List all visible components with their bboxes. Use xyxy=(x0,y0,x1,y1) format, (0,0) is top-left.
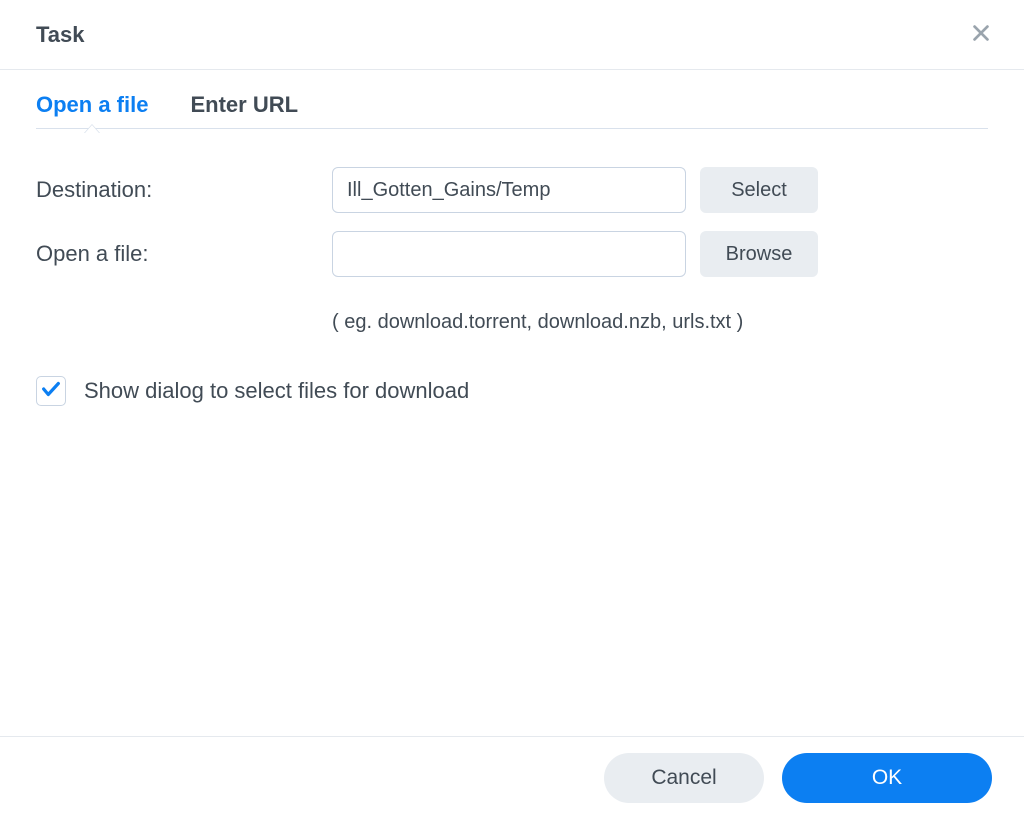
open-file-row: Open a file: Browse xyxy=(36,231,988,277)
task-dialog: Task Open a file Enter URL Destination: … xyxy=(0,0,1024,819)
tab-enter-url[interactable]: Enter URL xyxy=(190,92,298,118)
dialog-body: Open a file Enter URL Destination: Selec… xyxy=(0,70,1024,736)
destination-input[interactable] xyxy=(332,167,686,213)
destination-row: Destination: Select xyxy=(36,167,988,213)
show-dialog-checkbox[interactable] xyxy=(36,376,66,406)
close-icon xyxy=(970,32,992,47)
open-file-label: Open a file: xyxy=(36,241,332,267)
dialog-title: Task xyxy=(36,22,85,48)
ok-button[interactable]: OK xyxy=(782,753,992,803)
open-file-input[interactable] xyxy=(332,231,686,277)
checkbox-row: Show dialog to select files for download xyxy=(36,376,988,406)
close-button[interactable] xyxy=(966,18,996,51)
destination-label: Destination: xyxy=(36,177,332,203)
dialog-footer: Cancel OK xyxy=(0,736,1024,819)
form: Destination: Select Open a file: Browse … xyxy=(36,167,988,406)
tab-open-file[interactable]: Open a file xyxy=(36,92,148,118)
hint-row: ( eg. download.torrent, download.nzb, ur… xyxy=(36,295,988,334)
check-icon xyxy=(40,378,62,405)
show-dialog-label: Show dialog to select files for download xyxy=(84,378,469,404)
file-hint: ( eg. download.torrent, download.nzb, ur… xyxy=(332,311,743,334)
browse-button[interactable]: Browse xyxy=(700,231,818,277)
dialog-header: Task xyxy=(0,0,1024,70)
select-button[interactable]: Select xyxy=(700,167,818,213)
cancel-button[interactable]: Cancel xyxy=(604,753,764,803)
tabs: Open a file Enter URL xyxy=(36,92,988,129)
